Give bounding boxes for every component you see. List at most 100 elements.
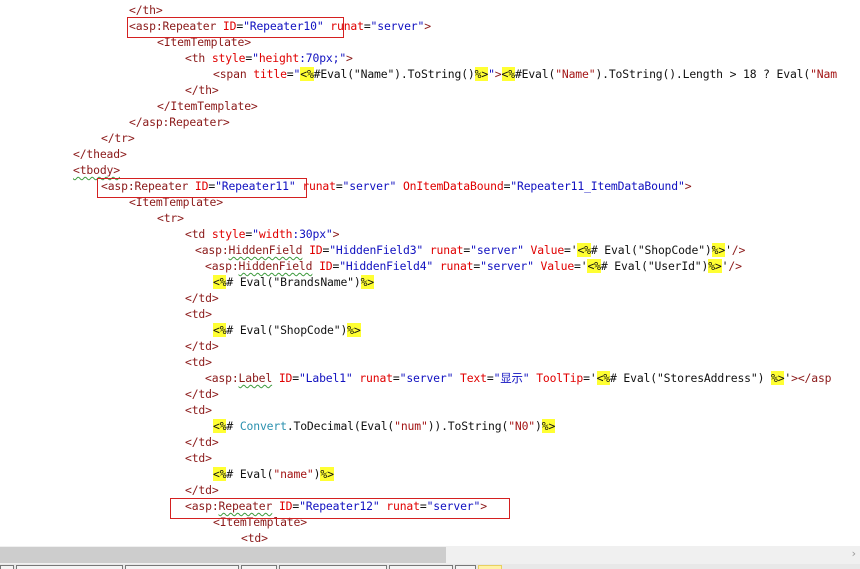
code-token: "显示" [493, 371, 530, 385]
code-token: ID [319, 259, 333, 273]
tab[interactable] [0, 565, 14, 569]
code-token: # Eval("UserId") [600, 259, 709, 273]
code-token: %> [711, 243, 726, 257]
code-token: <asp: [205, 259, 239, 273]
code-token: Convert [239, 419, 287, 433]
code-line: <%# Eval("name")%> [213, 466, 334, 482]
code-line: </tr> [101, 130, 135, 146]
horizontal-scrollbar[interactable]: › [0, 546, 860, 564]
code-token: ' [725, 243, 732, 257]
code-token: "server" [399, 371, 454, 385]
code-token: title [253, 67, 287, 81]
code-token: ID [222, 19, 237, 33]
tab[interactable] [16, 565, 123, 569]
scroll-right-arrow-icon[interactable]: › [852, 547, 856, 560]
code-line: <td> [241, 530, 268, 546]
code-token: "server" [470, 243, 524, 257]
code-token: </asp:Repeater> [129, 115, 230, 129]
code-line: </ItemTemplate> [157, 98, 258, 114]
code-token: = [292, 371, 299, 385]
code-token: ID [194, 179, 209, 193]
tab[interactable] [389, 565, 453, 569]
code-token: <td> [185, 355, 212, 369]
code-token: runat [429, 243, 464, 257]
code-editor[interactable]: </th> <asp:Repeater ID="Repeater10" runat… [0, 0, 860, 546]
code-token: </th> [185, 83, 219, 97]
code-token: "Name" [555, 67, 596, 81]
code-line: <asp:Repeater ID="Repeater11" runat="ser… [101, 178, 692, 194]
code-line: <%# Eval("BrandsName")%> [213, 274, 374, 290]
code-line: <ItemTemplate> [157, 34, 251, 50]
code-line: <asp:HiddenField ID="HiddenField3" runat… [195, 242, 745, 258]
code-token: = [335, 179, 343, 193]
code-token: HiddenField [228, 243, 303, 257]
code-token: <% [501, 67, 515, 81]
code-line: <ItemTemplate> [129, 194, 223, 210]
code-token: ID [278, 499, 293, 513]
code-token: "server" [480, 259, 534, 273]
code-token: = [486, 371, 494, 385]
code-token: ></asp [791, 371, 832, 385]
code-line: </th> [129, 2, 163, 18]
code-token: <ItemTemplate> [129, 195, 223, 209]
code-token: "Repeater10" [243, 19, 324, 33]
code-token: # Eval("BrandsName") [226, 275, 361, 289]
tab-active[interactable] [478, 565, 502, 569]
code-token: <th [185, 51, 212, 65]
code-token: = [419, 499, 427, 513]
tab[interactable] [241, 565, 277, 569]
code-token: "Repeater12" [299, 499, 380, 513]
code-token: "server" [426, 499, 481, 513]
code-token: <% [300, 67, 314, 81]
code-token: Value [530, 243, 565, 257]
code-token: "Repeater11_ItemDataBound" [510, 179, 685, 193]
code-token: <ItemTemplate> [157, 35, 251, 49]
code-token: <td> [185, 403, 212, 417]
code-token: width [258, 227, 293, 241]
code-token: /> [728, 259, 742, 273]
code-token: > [494, 67, 502, 81]
code-token: height [258, 51, 300, 65]
code-line: <td style="width:30px"> [185, 226, 339, 242]
code-token: <% [213, 275, 227, 289]
code-token: <span [213, 67, 254, 81]
code-token: </td> [185, 339, 219, 353]
tab[interactable] [279, 565, 387, 569]
code-token: <td> [185, 451, 212, 465]
code-token: ID [309, 243, 323, 257]
code-token: <td> [185, 307, 212, 321]
code-token: "Repeater11" [215, 179, 296, 193]
code-line: </td> [185, 482, 219, 498]
code-line: </thead> [73, 146, 127, 162]
code-token: > [332, 227, 340, 241]
code-token: /> [731, 243, 746, 257]
code-token: runat [386, 499, 420, 513]
code-token: " [488, 67, 495, 81]
code-token: <% [213, 419, 227, 433]
code-token: ).ToString().Length > 18 ? Eval( [595, 67, 811, 81]
code-token: # Eval("ShopCode") [226, 323, 348, 337]
code-line: </asp:Repeater> [129, 114, 230, 130]
code-token: = [363, 19, 371, 33]
code-line: <tbody> [73, 162, 120, 178]
tab[interactable] [125, 565, 239, 569]
code-token: runat [302, 179, 336, 193]
code-line: <asp:Label ID="Label1" runat="server" Te… [205, 370, 832, 386]
code-token: ID [278, 371, 293, 385]
code-token: %> [708, 259, 722, 273]
code-token: style [211, 51, 246, 65]
code-line: </td> [185, 290, 219, 306]
code-token: "name" [273, 467, 314, 481]
code-token: Repeater [218, 499, 273, 513]
scrollbar-thumb[interactable] [0, 547, 446, 563]
code-token: <tbody> [73, 163, 120, 177]
tab[interactable] [455, 565, 476, 569]
code-token: </thead> [73, 147, 127, 161]
code-token: "Nam [810, 67, 837, 81]
